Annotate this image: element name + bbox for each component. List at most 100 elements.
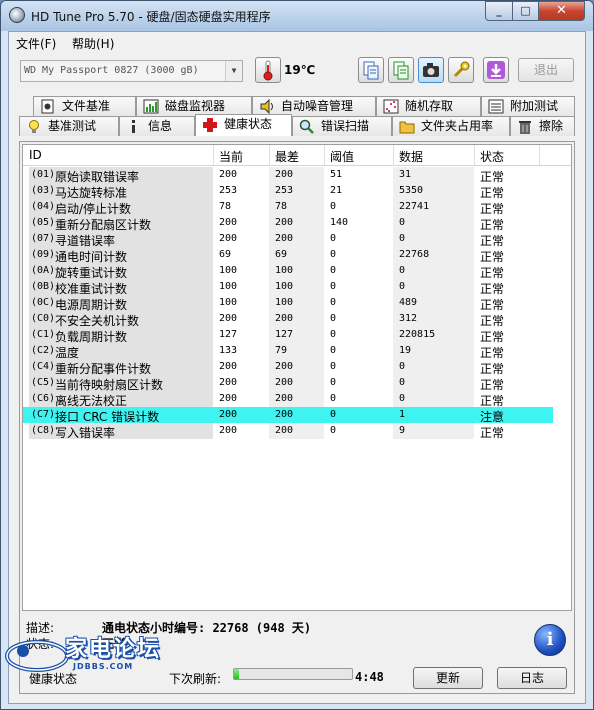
drive-select-value: WD My Passport 0827 (3000 gB)	[24, 65, 199, 76]
tab-label: 文件基准	[62, 99, 111, 113]
copy-all-button[interactable]	[388, 57, 414, 83]
file-benchmark-icon	[41, 99, 54, 114]
exit-button[interactable]: 退出	[518, 58, 574, 82]
tab-label: 信息	[148, 119, 173, 133]
copy-info-button[interactable]	[358, 57, 384, 83]
options-button[interactable]	[448, 57, 474, 83]
info-button[interactable]: i	[534, 624, 566, 656]
copy-all-icon	[393, 61, 409, 80]
row-threshold: 0	[330, 345, 337, 356]
row-id-code: (C4)	[31, 361, 56, 372]
chevron-down-icon[interactable]: ▼	[225, 61, 242, 81]
title-bar[interactable]: HD Tune Pro 5.70 - 硬盘/固态硬盘实用程序 _ □ ✕	[1, 1, 593, 31]
watermark-text: 家电论坛	[65, 637, 162, 662]
smart-table[interactable]: ID 当前 最差 阈值 数据 状态 (01) 原始读取错误率 200 200 51 31 正…	[22, 144, 572, 611]
speaker-icon	[260, 99, 273, 114]
row-data: 9	[399, 425, 406, 436]
row-data: 22741	[399, 201, 430, 212]
col-status[interactable]: 状态	[480, 148, 504, 165]
col-data[interactable]: 数据	[399, 148, 423, 165]
table-row[interactable]: (C4) 重新分配事件计数 200 200 0 0 正常	[23, 359, 553, 376]
col-worst[interactable]: 最差	[275, 148, 299, 165]
screenshot-button[interactable]	[418, 57, 444, 83]
client-area: 文件(F) 帮助(H) WD My Passport 0827 (3000 gB…	[8, 31, 586, 704]
table-row[interactable]: (01) 原始读取错误率 200 200 51 31 正常	[23, 167, 553, 184]
row-data: 1	[399, 409, 406, 420]
menu-file[interactable]: 文件(F)	[16, 35, 56, 52]
close-button[interactable]: ✕	[538, 1, 585, 21]
camera-icon	[423, 63, 439, 77]
row-threshold: 0	[330, 233, 337, 244]
table-row[interactable]: (0A) 旋转重试计数 100 100 0 0 正常	[23, 263, 553, 280]
red-cross-icon	[203, 118, 217, 132]
row-data: 22768	[399, 249, 430, 260]
tab-label: 随机存取	[405, 99, 454, 113]
tab-erase[interactable]: 擦除	[510, 116, 575, 136]
row-current: 200	[219, 361, 238, 372]
tab-extra-tests[interactable]: 附加测试	[481, 96, 575, 116]
table-row[interactable]: (03) 马达旋转标准 253 253 21 5350 正常	[23, 183, 553, 200]
table-row[interactable]: (09) 通电时间计数 69 69 0 22768 正常	[23, 247, 553, 264]
thermometer-button[interactable]	[255, 57, 281, 83]
row-data: 0	[399, 265, 406, 276]
row-worst: 200	[275, 409, 294, 420]
row-id-code: (C2)	[31, 345, 56, 356]
tab-aam[interactable]: 自动噪音管理	[252, 96, 376, 116]
table-row[interactable]: (0C) 电源周期计数 100 100 0 489 正常	[23, 295, 553, 312]
col-threshold[interactable]: 阈值	[330, 148, 354, 165]
table-row[interactable]: (C0) 不安全关机计数 200 200 0 312 正常	[23, 311, 553, 328]
info-icon	[132, 120, 135, 133]
row-data: 19	[399, 345, 412, 356]
row-worst: 200	[275, 425, 294, 436]
row-current: 200	[219, 233, 238, 244]
drive-select[interactable]: WD My Passport 0827 (3000 gB) ▼	[20, 60, 243, 82]
table-row[interactable]: (C1) 负载周期计数 127 127 0 220815 正常	[23, 327, 553, 344]
table-row[interactable]: (C8) 写入错误率 200 200 0 9 正常	[23, 423, 553, 440]
table-row[interactable]: (C2) 温度 133 79 0 19 正常	[23, 343, 553, 360]
table-row[interactable]: (0B) 校准重试计数 100 100 0 0 正常	[23, 279, 553, 296]
row-current: 200	[219, 409, 238, 420]
row-current: 253	[219, 185, 238, 196]
refresh-progress-bar	[233, 668, 353, 680]
tab-folder-usage[interactable]: 文件夹占用率	[392, 116, 510, 136]
tab-random-access[interactable]: 随机存取	[376, 96, 481, 116]
table-row[interactable]: (C5) 当前待映射扇区计数 200 200 0 0 正常	[23, 375, 553, 392]
tab-error-scan[interactable]: 错误扫描	[292, 116, 392, 136]
table-row[interactable]: (04) 启动/停止计数 78 78 0 22741 正常	[23, 199, 553, 216]
row-worst: 127	[275, 329, 294, 340]
minimize-button[interactable]: _	[485, 1, 513, 21]
col-id[interactable]: ID	[29, 148, 42, 162]
row-data: 0	[399, 361, 406, 372]
col-current[interactable]: 当前	[219, 148, 243, 165]
table-row[interactable]: (07) 寻道错误率 200 200 0 0 正常	[23, 231, 553, 248]
row-current: 200	[219, 313, 238, 324]
row-threshold: 0	[330, 313, 337, 324]
row-current: 78	[219, 201, 232, 212]
row-current: 100	[219, 281, 238, 292]
row-attribute-name: 写入错误率	[55, 426, 116, 440]
row-data: 31	[399, 169, 412, 180]
table-row[interactable]: (05) 重新分配扇区计数 200 200 140 0 正常	[23, 215, 553, 232]
log-button[interactable]: 日志	[497, 667, 567, 689]
maximize-button[interactable]: □	[512, 1, 539, 21]
row-current: 200	[219, 377, 238, 388]
row-worst: 79	[275, 345, 288, 356]
tab-benchmark[interactable]: 基准测试	[19, 116, 119, 136]
table-row[interactable]: (C7) 接口 CRC 错误计数 200 200 0 1 注意	[23, 407, 553, 424]
row-worst: 200	[275, 377, 294, 388]
update-button[interactable]: 更新	[413, 667, 483, 689]
tab-health[interactable]: 健康状态	[195, 114, 292, 136]
row-id-code: (C1)	[31, 329, 56, 340]
tab-info[interactable]: 信息	[119, 116, 195, 136]
disk-monitor-icon	[143, 99, 159, 114]
table-row[interactable]: (C6) 离线无法校正 200 200 0 0 正常	[23, 391, 553, 408]
table-header: ID 当前 最差 阈值 数据 状态	[23, 145, 571, 166]
tab-disk-monitor[interactable]: 磁盘监视器	[136, 96, 252, 116]
tab-label: 文件夹占用率	[421, 119, 494, 133]
row-id-code: (07)	[31, 233, 56, 244]
save-button[interactable]	[483, 57, 509, 83]
row-threshold: 0	[330, 425, 337, 436]
menu-help[interactable]: 帮助(H)	[72, 35, 114, 52]
row-current: 133	[219, 345, 238, 356]
tab-file-benchmark[interactable]: 文件基准	[33, 96, 136, 116]
